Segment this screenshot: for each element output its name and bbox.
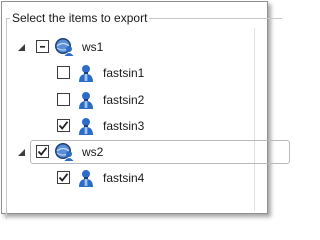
fastsin4-checkbox[interactable] [57,171,70,184]
tree-node-label: ws2 [82,145,104,159]
checkmark-icon [37,147,48,156]
fastsin2-checkbox[interactable] [57,93,70,106]
tree-node-ws2[interactable]: ws2 [0,141,255,163]
user-icon [79,65,93,82]
user-icon [79,170,93,187]
triangle-expanded-icon[interactable] [17,43,26,52]
ws1-checkbox[interactable] [36,40,49,53]
tree-node-label: fastsin3 [103,119,145,133]
tree-node-label: fastsin1 [103,66,145,80]
fastsin3-checkbox[interactable] [57,119,70,132]
tree-node-fastsin2[interactable]: fastsin2 [0,89,255,111]
user-icon [79,118,93,135]
tree-node-label: fastsin2 [103,93,145,107]
fastsin1-checkbox[interactable] [57,66,70,79]
checkmark-icon [58,173,69,182]
triangle-expanded-icon[interactable] [17,148,26,157]
tree-node-fastsin4[interactable]: fastsin4 [0,167,255,189]
tree-node-ws1[interactable]: ws1 [0,36,255,58]
globe-user-icon [55,38,74,56]
user-icon [79,92,93,109]
groupbox-title: Select the items to export [10,11,150,25]
ws2-checkbox[interactable] [36,145,49,158]
globe-user-icon [55,143,74,161]
tree-node-label: ws1 [82,40,104,54]
checkmark-icon [58,121,69,130]
tree-node-fastsin1[interactable]: fastsin1 [0,62,255,84]
tree-node-fastsin3[interactable]: fastsin3 [0,115,255,137]
tree-node-label: fastsin4 [103,171,145,185]
